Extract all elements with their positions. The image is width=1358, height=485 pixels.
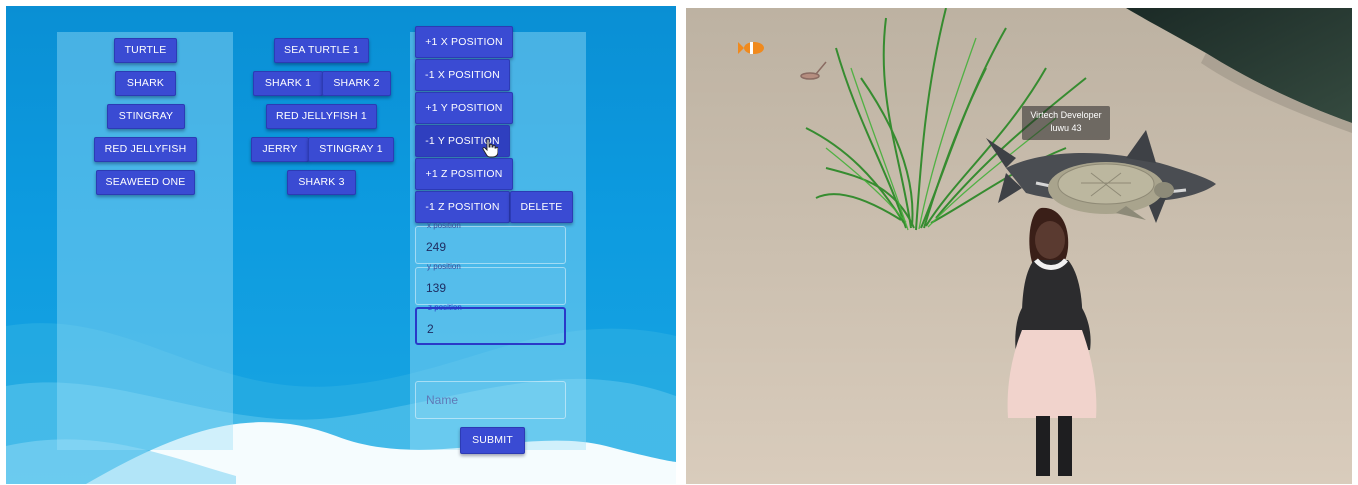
submit-button[interactable]: SUBMIT xyxy=(460,427,525,454)
sea-turtle-1-button[interactable]: SEA TURTLE 1 xyxy=(274,38,369,63)
x-position-field[interactable]: x position 249 xyxy=(415,221,566,264)
red-jellyfish-1-button[interactable]: RED JELLYFISH 1 xyxy=(266,104,377,129)
nametag-username: luwu 43 xyxy=(1050,123,1082,133)
x-position-label: x position xyxy=(427,221,461,230)
x-minus-button[interactable]: -1 X POSITION xyxy=(415,59,510,91)
red-jellyfish-button[interactable]: RED JELLYFISH xyxy=(94,137,197,162)
y-position-field[interactable]: y position 139 xyxy=(415,262,566,305)
z-position-value: 2 xyxy=(427,322,434,336)
turtle-button[interactable]: TURTLE xyxy=(114,38,177,63)
x-position-value: 249 xyxy=(426,240,447,254)
y-position-label: y position xyxy=(427,262,461,271)
avatar-nametag: Virtech Developer luwu 43 xyxy=(1022,106,1110,140)
delete-button[interactable]: DELETE xyxy=(510,191,573,223)
x-plus-button[interactable]: +1 X POSITION xyxy=(415,26,513,58)
seaweed-one-button[interactable]: SEAWEED ONE xyxy=(96,170,195,195)
z-position-label: z position xyxy=(428,303,462,312)
z-plus-button[interactable]: +1 Z POSITION xyxy=(415,158,513,190)
shark-button[interactable]: SHARK xyxy=(115,71,176,96)
panel-divider xyxy=(676,0,686,485)
stingray-1-button[interactable]: STINGRAY 1 xyxy=(308,137,394,162)
web-control-panel: TURTLE SHARK STINGRAY RED JELLYFISH SEAW… xyxy=(6,6,676,484)
stingray-button[interactable]: STINGRAY xyxy=(107,104,185,129)
shark-3-button[interactable]: SHARK 3 xyxy=(287,170,356,195)
y-plus-button[interactable]: +1 Y POSITION xyxy=(415,92,513,124)
nametag-title: Virtech Developer xyxy=(1030,110,1102,120)
z-position-field[interactable]: z position 2 xyxy=(415,303,566,345)
jerry-button[interactable]: JERRY xyxy=(251,137,309,162)
y-position-value: 139 xyxy=(426,281,447,295)
z-minus-button[interactable]: -1 Z POSITION xyxy=(415,191,510,223)
virtual-world-view[interactable]: Virtech Developer luwu 43 xyxy=(686,8,1352,484)
name-input[interactable] xyxy=(416,382,565,418)
scene-render xyxy=(686,8,1352,484)
shark-1-button[interactable]: SHARK 1 xyxy=(253,71,323,96)
shark-2-button[interactable]: SHARK 2 xyxy=(322,71,391,96)
hand-cursor-icon xyxy=(482,138,498,158)
name-field[interactable] xyxy=(415,381,566,419)
